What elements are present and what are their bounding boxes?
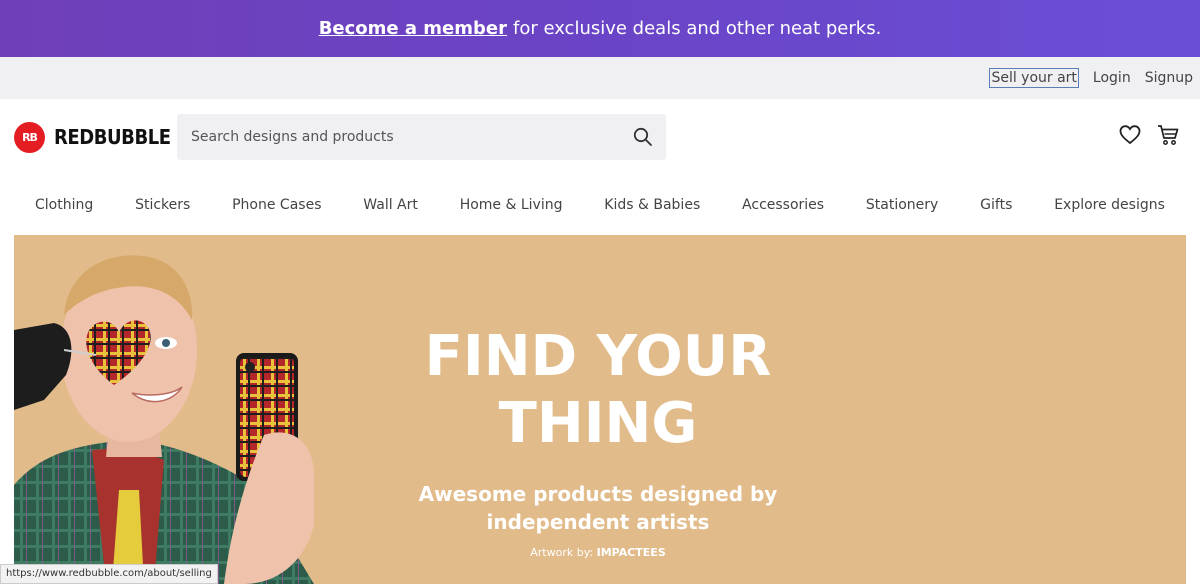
- header-icons: [1118, 123, 1180, 147]
- hero-headline-line-2: THING: [498, 391, 698, 456]
- search-icon[interactable]: [620, 114, 666, 160]
- become-member-link[interactable]: Become a member: [319, 18, 507, 39]
- hero-headline: FIND YOUR THING: [396, 323, 800, 457]
- hero-subheading-line-2: independent artists: [486, 510, 710, 534]
- utility-bar: Sell your art Login Signup: [0, 57, 1200, 99]
- nav-item-explore-designs[interactable]: Explore designs: [1054, 197, 1165, 213]
- search-input[interactable]: Search designs and products: [191, 129, 620, 145]
- nav-item-gifts[interactable]: Gifts: [980, 197, 1012, 213]
- cart-icon[interactable]: [1156, 123, 1180, 147]
- hero-subheading-line-1: Awesome products designed by: [418, 482, 778, 506]
- nav-item-clothing[interactable]: Clothing: [35, 197, 93, 213]
- promo-text: for exclusive deals and other neat perks…: [512, 18, 882, 39]
- artwork-credit-label: Artwork by:: [530, 546, 594, 559]
- site-header: RB REDBUBBLE Search designs and products: [0, 99, 1200, 175]
- promo-banner: Become a member for exclusive deals and …: [0, 0, 1200, 57]
- login-link[interactable]: Login: [1093, 70, 1131, 86]
- artwork-credit-artist[interactable]: IMPACTEES: [597, 546, 666, 559]
- hero-person-image: [14, 255, 314, 584]
- logo-text: REDBUBBLE: [54, 125, 171, 149]
- signup-link[interactable]: Signup: [1145, 70, 1193, 86]
- nav-item-phone-cases[interactable]: Phone Cases: [232, 197, 321, 213]
- hero-subheading: Awesome products designed by independent…: [396, 480, 800, 536]
- logo-mark-icon: RB: [14, 121, 45, 153]
- artwork-credit: Artwork by: IMPACTEES: [396, 546, 800, 559]
- category-nav: Clothing Stickers Phone Cases Wall Art H…: [0, 175, 1200, 235]
- sell-your-art-link[interactable]: Sell your art: [989, 68, 1079, 88]
- nav-item-wall-art[interactable]: Wall Art: [363, 197, 418, 213]
- hero-headline-line-1: FIND YOUR: [424, 324, 772, 389]
- search-bar[interactable]: Search designs and products: [177, 114, 666, 160]
- nav-item-kids-babies[interactable]: Kids & Babies: [604, 197, 700, 213]
- nav-item-stickers[interactable]: Stickers: [135, 197, 190, 213]
- nav-item-home-living[interactable]: Home & Living: [460, 197, 563, 213]
- nav-item-accessories[interactable]: Accessories: [742, 197, 824, 213]
- status-bar-url: https://www.redbubble.com/about/selling: [0, 564, 218, 584]
- hero-banner[interactable]: FIND YOUR THING Awesome products designe…: [14, 235, 1186, 584]
- logo[interactable]: RB REDBUBBLE: [14, 121, 184, 153]
- heart-icon[interactable]: [1118, 123, 1142, 147]
- nav-item-stationery[interactable]: Stationery: [866, 197, 938, 213]
